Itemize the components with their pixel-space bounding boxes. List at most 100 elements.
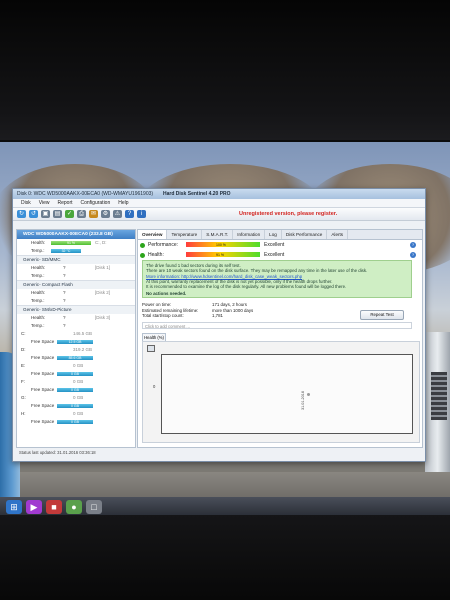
free-space-value: 85.6 GB (68, 356, 82, 360)
refresh-icon[interactable]: ↻ (17, 210, 26, 218)
menu-help[interactable]: Help (118, 199, 128, 207)
volume-letter: C: (21, 331, 26, 336)
temp-label: Temp.: (31, 248, 45, 253)
health-value: 91 % (216, 253, 224, 257)
group-sd-mmc[interactable]: Generic- SD/MMC (17, 255, 135, 264)
menu-view[interactable]: View (39, 199, 50, 207)
volume-h-free-row: Free Space 0 GB (17, 418, 135, 426)
volume-f-free-row: Free Space 0 GB (17, 386, 135, 394)
menu-disk[interactable]: Disk (21, 199, 31, 207)
volume-letter: E: (21, 363, 26, 368)
check-icon (140, 243, 145, 248)
unregistered-notice[interactable]: Unregistered version, please register. (239, 211, 337, 217)
disk-icon[interactable]: ▣ (41, 210, 50, 218)
disk-id: [Disk 1] (95, 265, 111, 270)
app-taskbar-icon[interactable]: ■ (46, 499, 62, 514)
volume-g-free-row: Free Space 0 GB (17, 402, 135, 410)
free-space-label: Free Space (31, 371, 55, 376)
volume-d-row[interactable]: D: 319.2 GB (17, 346, 135, 354)
settings-icon[interactable]: ⚙ (101, 210, 110, 218)
mail-icon[interactable]: ✉ (89, 210, 98, 218)
report-icon[interactable]: ▤ (53, 210, 62, 218)
health-value: ? (63, 315, 66, 320)
volume-c-free-row: Free Space 12.5 GB (17, 338, 135, 346)
disk-0-health-row: Health: 91 % C:, D: (17, 239, 135, 247)
help-icon[interactable]: ? (410, 252, 416, 258)
toolbar: ↻ ↺ ▣ ▤ ✓ ⎙ ✉ ⚙ ⚠ ? i (13, 208, 425, 221)
taskbar: ⊞ ▶ ■ ● □ (0, 497, 450, 515)
temp-label: Temp.: (31, 273, 45, 278)
health-label: Health: (31, 265, 46, 270)
xd-temp-row: Temp.: ? (17, 322, 135, 330)
health-bar-value: 91 % (67, 241, 75, 245)
tab-disk-performance[interactable]: Disk Performance (282, 230, 328, 239)
overview-pane: Overview Temperature S.M.A.R.T. Informat… (137, 229, 423, 448)
health-label: Health: (31, 290, 46, 295)
temp-label: Temp.: (31, 323, 45, 328)
temp-value: ? (63, 273, 66, 278)
info-icon[interactable]: i (137, 210, 146, 218)
group-compact-flash[interactable]: Generic- Compact Flash (17, 280, 135, 289)
group-sm-xd-picture[interactable]: Generic- SM/xD-Picture (17, 305, 135, 314)
free-space-value: 0 GB (71, 420, 79, 424)
tab-overview[interactable]: Overview (138, 230, 168, 239)
free-space-value: 0 GB (71, 388, 79, 392)
start-stop-row: Total start/stop count: 1,781 (142, 313, 253, 319)
free-space-label: Free Space (31, 403, 55, 408)
volume-letter: D: (21, 347, 26, 352)
alert-icon[interactable]: ⚠ (113, 210, 122, 218)
drive-letters: C:, D: (95, 240, 107, 245)
temp-label: Temp.: (31, 298, 45, 303)
print-icon[interactable]: ⎙ (77, 210, 86, 218)
hdsentinel-taskbar-icon[interactable]: ● (66, 499, 82, 514)
free-space-label: Free Space (31, 419, 55, 424)
volume-size: 0 GB (73, 395, 84, 400)
tab-information[interactable]: Information (233, 230, 266, 239)
start-button[interactable]: ⊞ (6, 499, 22, 514)
explorer-taskbar-icon[interactable]: □ (86, 499, 102, 514)
health-chart: 0 31.01.2016 (142, 341, 420, 443)
chart-plot-area: 31.01.2016 (161, 354, 413, 434)
app-title: Hard Disk Sentinel 4.20 PRO (163, 191, 231, 197)
health-description: The drive found 1 bad sectors during its… (142, 260, 412, 298)
free-space-bar: 0 GB (57, 372, 93, 376)
sd-health-row: Health: ? [Disk 1] (17, 264, 135, 272)
status-bar: Status last updated: 31.01.2016 03:36:18 (19, 450, 96, 455)
test-icon[interactable]: ✓ (65, 210, 74, 218)
tab-log[interactable]: Log (265, 230, 282, 239)
comment-field[interactable]: Click to add comment ... (142, 322, 412, 329)
volume-f-row[interactable]: F: 0 GB (17, 378, 135, 386)
help-icon[interactable]: ? (125, 210, 134, 218)
free-space-value: 0 GB (71, 404, 79, 408)
free-space-bar: 0 GB (57, 420, 93, 424)
media-player-taskbar-icon[interactable]: ▶ (26, 499, 42, 514)
repeat-test-button[interactable]: Repeat Test (360, 310, 404, 320)
free-space-bar: 0 GB (57, 388, 93, 392)
volume-size: 0 GB (73, 379, 84, 384)
chart-options-icon[interactable] (147, 345, 155, 352)
temp-value: ? (63, 323, 66, 328)
volume-g-row[interactable]: G: 0 GB (17, 394, 135, 402)
action-status: No actions needed. (146, 291, 187, 297)
tab-temperature[interactable]: Temperature (167, 230, 203, 239)
volume-e-free-row: Free Space 0 GB (17, 370, 135, 378)
title-bar[interactable]: Disk 0: WDC WD5000AAKX-00ECA0 (WD-WMAYU1… (13, 189, 425, 199)
free-space-bar: 85.6 GB (57, 356, 93, 360)
chart-x-tick: 31.01.2016 (301, 390, 305, 410)
volume-e-row[interactable]: E: 0 GB (17, 362, 135, 370)
volume-size: 146.5 GB (73, 331, 93, 336)
refresh-all-icon[interactable]: ↺ (29, 210, 38, 218)
volume-c-row[interactable]: C: 146.5 GB (17, 330, 135, 338)
disk-0-header[interactable]: WDC WD5000AAKX-00ECA0 (233.8 GB) (17, 230, 135, 239)
volume-h-row[interactable]: H: 0 GB (17, 410, 135, 418)
disk-0-temp-row: Temp.: 32 °C (17, 247, 135, 255)
disk-id: [Disk 2] (95, 290, 111, 295)
free-space-bar: 12.5 GB (57, 340, 93, 344)
free-space-value: 12.5 GB (68, 340, 82, 344)
tab-alerts[interactable]: Alerts (327, 230, 349, 239)
free-space-bar: 0 GB (57, 404, 93, 408)
tab-smart[interactable]: S.M.A.R.T. (202, 230, 234, 239)
help-icon[interactable]: ? (410, 242, 416, 248)
menu-report[interactable]: Report (57, 199, 72, 207)
menu-configuration[interactable]: Configuration (81, 199, 111, 207)
